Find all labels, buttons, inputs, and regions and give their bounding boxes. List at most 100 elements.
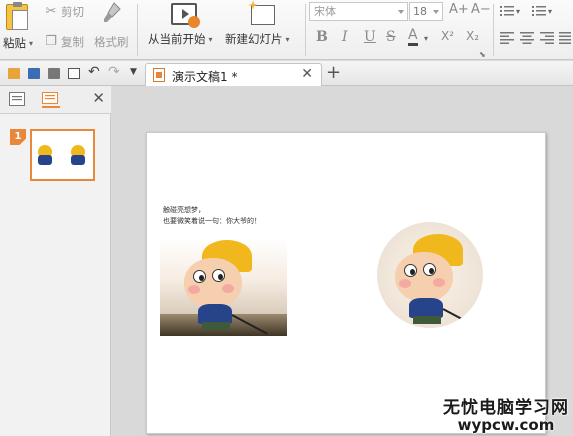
chevron-down-icon: ▾ <box>29 38 34 48</box>
shrink-font-button[interactable]: A− <box>471 2 491 17</box>
format-painter-label: 格式刷 <box>94 35 129 49</box>
italic-button[interactable]: I <box>342 29 348 45</box>
chevron-down-icon <box>433 10 439 14</box>
legs <box>413 316 441 324</box>
left-pupil <box>199 275 204 281</box>
blue-shirt <box>409 298 443 318</box>
cartoon-character <box>387 226 477 327</box>
slide-number-badge: 1 <box>10 129 26 145</box>
paste-icon <box>6 2 28 30</box>
chevron-down-icon[interactable]: ▾ <box>424 34 428 43</box>
font-name-select[interactable]: 宋体 <box>309 2 408 21</box>
ribbon-separator <box>493 4 494 56</box>
font-size-select[interactable]: 18 <box>409 2 443 21</box>
paste-button[interactable] <box>6 2 28 30</box>
blue-shirt <box>198 304 232 324</box>
chevron-down-icon[interactable]: ▼ <box>130 67 137 77</box>
thumbnail-character-right-body <box>71 155 85 165</box>
print-icon[interactable] <box>48 68 60 79</box>
superscript-button[interactable]: X² <box>441 29 454 43</box>
slide-thumbnail[interactable] <box>30 129 95 181</box>
left-cheek <box>399 279 411 288</box>
watermark-title: 无忧电脑学习网 <box>443 398 569 418</box>
ribbon-separator <box>137 4 138 56</box>
save-icon[interactable] <box>28 68 40 79</box>
face <box>395 252 453 302</box>
new-slide-icon <box>251 5 275 25</box>
left-pupil <box>410 269 415 275</box>
align-left-icon[interactable] <box>500 32 514 44</box>
grow-font-button[interactable]: A+ <box>449 2 469 17</box>
play-slideshow-icon <box>171 3 200 28</box>
paste-label: 粘贴 <box>3 36 26 50</box>
ribbon: 粘贴 ▾ ✂ 剪切 ❐ 复制 格式刷 从当前开始 ▾ 新建幻灯片 ▾ 宋体 18… <box>0 0 573 60</box>
add-tab-button[interactable]: + <box>326 62 341 84</box>
chevron-down-icon[interactable]: ▾ <box>516 7 520 16</box>
bold-button[interactable]: B <box>316 29 328 45</box>
scissors-icon: ✂ <box>45 4 57 19</box>
cut-label: 剪切 <box>61 5 84 19</box>
align-center-icon[interactable] <box>520 32 534 44</box>
document-tab-title: 演示文稿1 * <box>172 70 238 84</box>
new-slide-icon-button[interactable] <box>251 5 275 25</box>
open-folder-icon[interactable] <box>8 68 20 79</box>
chevron-down-icon: ▾ <box>285 34 290 44</box>
character-picture-square[interactable]: 触碰亮想梦， 也要微笑着说一句：你大爷的！ <box>160 196 287 336</box>
print-preview-icon[interactable] <box>68 68 80 79</box>
redo-icon[interactable]: ↷ <box>108 64 120 80</box>
close-icon[interactable]: ✕ <box>301 66 313 82</box>
align-right-icon[interactable] <box>540 32 554 44</box>
legs <box>202 322 230 330</box>
photo-caption-line2: 也要微笑着说一句：你大爷的！ <box>163 217 261 225</box>
font-size-value: 18 <box>413 5 427 18</box>
from-current-label: 从当前开始 <box>148 32 206 46</box>
site-watermark: 无忧电脑学习网 wypcw.com <box>443 393 569 434</box>
close-icon[interactable]: ✕ <box>92 89 105 107</box>
cartoon-character <box>180 236 268 336</box>
undo-icon[interactable]: ↶ <box>88 64 100 80</box>
left-cheek <box>188 285 200 294</box>
font-name-value: 宋体 <box>314 5 336 18</box>
slides-tab-icon[interactable] <box>42 92 60 108</box>
underline-button[interactable]: U <box>364 29 376 45</box>
presentation-file-icon <box>153 68 165 82</box>
slides-pane-header: ✕ <box>0 86 111 114</box>
shovel-handle <box>442 308 476 327</box>
copy-button[interactable]: ❐ 复制 <box>44 34 84 50</box>
ribbon-separator <box>305 4 306 56</box>
new-slide-label: 新建幻灯片 <box>225 32 283 46</box>
outline-tab-icon[interactable] <box>9 92 27 108</box>
numbered-list-icon[interactable] <box>532 5 546 17</box>
chevron-down-icon[interactable]: ▾ <box>548 7 552 16</box>
right-pupil <box>429 268 434 274</box>
subscript-button[interactable]: X₂ <box>466 29 479 43</box>
copy-icon: ❐ <box>45 34 57 49</box>
format-painter-button[interactable]: 格式刷 <box>94 34 129 50</box>
thumbnail-character-left-body <box>38 155 52 165</box>
cut-button[interactable]: ✂ 剪切 <box>44 4 84 20</box>
justify-icon[interactable] <box>559 32 571 44</box>
brush-icon <box>102 2 122 24</box>
from-current-label-button[interactable]: 从当前开始 ▾ <box>148 31 213 47</box>
character-picture-circle[interactable] <box>377 222 483 328</box>
new-slide-button[interactable]: 新建幻灯片 ▾ <box>225 31 290 47</box>
dialog-launcher-icon[interactable]: ⬊ <box>479 50 486 59</box>
copy-label: 复制 <box>61 35 84 49</box>
chevron-down-icon <box>398 10 404 14</box>
tab-bar: ↶ ↷ ▼ 演示文稿1 * ✕ + <box>0 61 573 87</box>
watermark-url: wypcw.com <box>457 416 555 434</box>
font-color-button[interactable]: A <box>408 27 418 46</box>
face <box>184 258 242 308</box>
photo-caption-line1: 触碰亮想梦， <box>163 206 205 214</box>
right-cheek <box>433 278 445 287</box>
right-pupil <box>218 274 223 280</box>
format-painter-icon-button[interactable] <box>102 2 122 24</box>
slides-pane: ✕ 1 <box>0 86 111 436</box>
paste-label-button[interactable]: 粘贴 ▾ <box>3 35 33 51</box>
from-current-slide-button[interactable] <box>171 3 200 28</box>
chevron-down-icon: ▾ <box>208 34 213 44</box>
strikethrough-button[interactable]: S <box>386 29 396 45</box>
document-tab[interactable]: 演示文稿1 * ✕ <box>145 63 322 87</box>
bullet-list-icon[interactable] <box>500 5 514 17</box>
right-cheek <box>222 284 234 293</box>
